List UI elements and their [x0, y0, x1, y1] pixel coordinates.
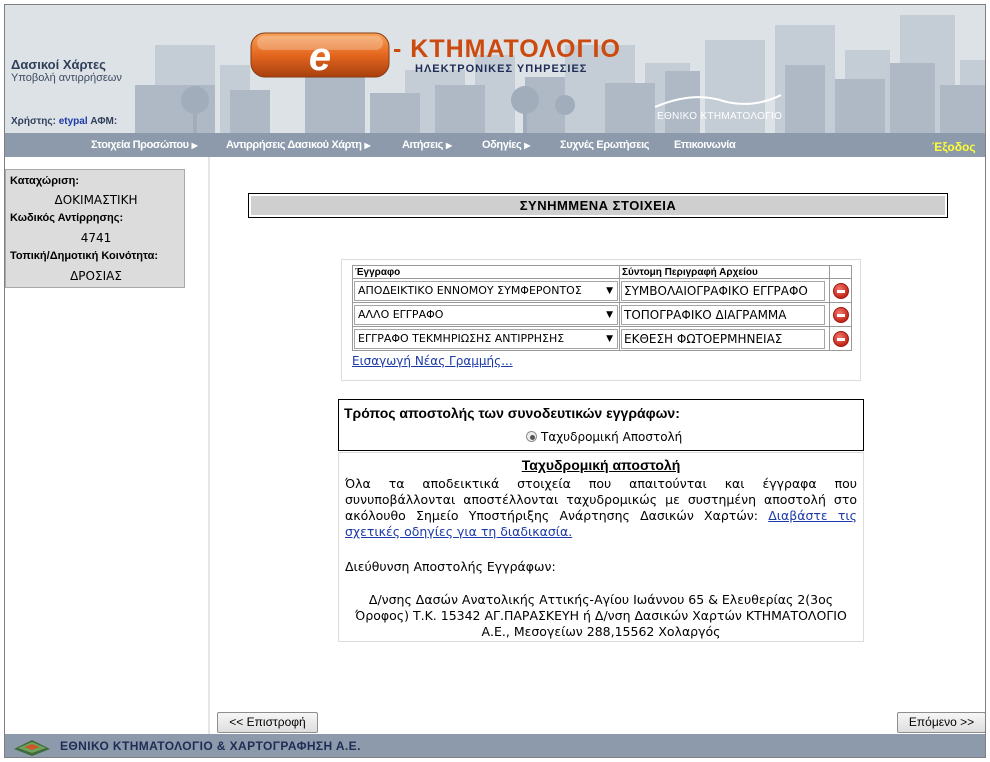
logo-letter: e — [309, 35, 331, 79]
arrow-right-icon: ▶ — [524, 141, 531, 150]
description-input[interactable]: ΕΚΘΕΣΗ ΦΩΤΟΕΡΜΗΝΕΙΑΣ — [621, 328, 825, 349]
col-header-document: Έγγραφο — [352, 265, 620, 279]
address-label: Διεύθυνση Αποστολής Εγγράφων: — [345, 559, 556, 574]
nav-item-guidelines[interactable]: Οδηγίες ▶ — [482, 133, 530, 157]
postal-body-text: Όλα τα αποδεικτικά στοιχεία που απαιτούν… — [345, 476, 857, 539]
add-row-link[interactable]: Εισαγωγή Νέας Γραμμής... — [352, 354, 513, 368]
user-name: etypal — [58, 116, 88, 127]
arrow-right-icon: ▶ — [364, 141, 371, 150]
footer-bar: ΕΘΝΙΚΟ ΚΤΗΜΑΤΟΛΟΓΙΟ & ΧΑΡΤΟΓΡΑΦΗΣΗ Α.Ε. — [5, 734, 985, 757]
arrow-right-icon: ▶ — [191, 141, 198, 150]
nav-item-applications[interactable]: Αιτήσεις ▶ — [402, 133, 452, 157]
send-method-title: Τρόπος αποστολής των συνοδευτικών εγγράφ… — [344, 405, 680, 421]
footer-text: ΕΘΝΙΚΟ ΚΤΗΜΑΤΟΛΟΓΙΟ & ΧΑΡΤΟΓΡΑΦΗΣΗ Α.Ε. — [60, 739, 361, 753]
next-button[interactable]: Επόμενο >> — [897, 712, 985, 733]
description-input[interactable]: ΣΥΜΒΟΛΑΙΟΓΡΑΦΙΚΟ ΕΓΓΡΑΦΟ — [621, 280, 825, 301]
dropdown-arrow-icon: ▼ — [606, 333, 613, 344]
section-title: ΣΥΝΗΜΜΕΝΑ ΣΤΟΙΧΕΙΑ — [248, 193, 948, 218]
nav-item-personal-info[interactable]: Στοιχεία Προσώπου ▶ — [91, 133, 198, 157]
delete-row-icon[interactable] — [832, 306, 849, 323]
logo-subtitle: ΗΛΕΚΤΡΟΝΙΚΕΣ ΥΠΗΡΕΣΙΕΣ — [415, 63, 588, 75]
col-header-actions — [829, 265, 852, 279]
delete-row-icon[interactable] — [832, 282, 849, 299]
user-label: Χρήστης: — [11, 116, 56, 127]
postal-title: Ταχυδρομική αποστολή — [521, 457, 681, 473]
community-label: Τοπική/Δημοτική Κοινότητα: — [10, 250, 159, 262]
dropdown-arrow-icon: ▼ — [606, 285, 613, 296]
attachments-panel: Έγγραφο Σύντομη Περιγραφή Αρχείου ΑΠΟΔΕΙ… — [341, 259, 861, 381]
left-sidebar: Καταχώριση: ΔΟΚΙΜΑΣΤΙΚΗ Κωδικός Αντίρρησ… — [5, 157, 210, 735]
address-text: Δ/νσης Δασών Ανατολικής Αττικής-Αγίου Ιω… — [355, 592, 847, 639]
objection-info-panel: Καταχώριση: ΔΟΚΙΜΑΣΤΙΚΗ Κωδικός Αντίρρησ… — [5, 169, 185, 288]
nav-item-objections[interactable]: Αντιρρήσεις Δασικού Χάρτη ▶ — [226, 133, 371, 157]
registration-label: Καταχώριση: — [10, 175, 79, 187]
org-logo-text: ΕΘΝΙΚΟ ΚΤΗΜΑΤΟΛΟΓΙΟ — [657, 111, 783, 122]
org-logo-icon — [654, 94, 782, 108]
table-row: ΑΠΟΔΕΙΚΤΙΚΟ ΕΝΝΟΜΟΥ ΣΥΜΦΕΡΟΝΤΟΣ ▼ ΣΥΜΒΟΛΑ… — [352, 278, 852, 303]
delete-row-icon[interactable] — [832, 330, 849, 347]
nav-item-contact[interactable]: Επικοινωνία — [674, 133, 736, 157]
table-row: ΕΓΓΡΑΦΟ ΤΕΚΜΗΡΙΩΣΗΣ ΑΝΤΙΡΡΗΣΗΣ ▼ ΕΚΘΕΣΗ Φ… — [352, 326, 852, 351]
header-banner: Δασικοί Χάρτες Υποβολή αντιρρήσεων Χρήστ… — [5, 5, 985, 133]
e-logo-icon: e — [250, 32, 390, 79]
radio-button[interactable] — [526, 431, 537, 442]
document-type-select[interactable]: ΑΛΛΟ ΕΓΓΡΑΦΟ ▼ — [354, 304, 618, 325]
section-title-text: ΣΥΝΗΜΜΕΝΑ ΣΤΟΙΧΕΙΑ — [251, 196, 945, 215]
registration-value: ΔΟΚΙΜΑΣΤΙΚΗ — [54, 193, 138, 207]
afm-label: ΑΦΜ: — [90, 116, 118, 127]
table-header-row: Έγγραφο Σύντομη Περιγραφή Αρχείου — [352, 265, 852, 279]
description-input[interactable]: ΤΟΠΟΓΡΑΦΙΚΟ ΔΙΑΓΡΑΜΜΑ — [621, 304, 825, 325]
logo-title: - ΚΤΗΜΑΤΟΛΟΓΙΟ — [393, 35, 621, 63]
attachments-table: Έγγραφο Σύντομη Περιγραφή Αρχείου ΑΠΟΔΕΙ… — [352, 265, 852, 351]
main-nav: Στοιχεία Προσώπου ▶ Αντιρρήσεις Δασικού Χ… — [5, 133, 985, 157]
community-value: ΔΡΟΣΙΑΣ — [70, 269, 122, 283]
page-frame: Δασικοί Χάρτες Υποβολή αντιρρήσεων Χρήστ… — [4, 4, 986, 758]
table-row: ΑΛΛΟ ΕΓΓΡΑΦΟ ▼ ΤΟΠΟΓΡΑΦΙΚΟ ΔΙΑΓΡΑΜΜΑ — [352, 302, 852, 327]
objection-code-value: 4741 — [80, 231, 112, 245]
postal-option[interactable]: Ταχυδρομική Αποστολή — [526, 430, 682, 444]
app-title: Δασικοί Χάρτες — [11, 57, 106, 72]
app-subtitle: Υποβολή αντιρρήσεων — [11, 72, 122, 84]
ktimatologio-logo-icon — [14, 740, 50, 756]
postal-info-box: Ταχυδρομική αποστολή Όλα τα αποδεικτικά … — [338, 452, 864, 642]
user-info: Χρήστης: etypal ΑΦΜ: — [11, 116, 117, 127]
logout-link[interactable]: Έξοδος — [932, 133, 976, 157]
back-button[interactable]: << Επιστροφή — [217, 712, 318, 733]
nav-item-faq[interactable]: Συχνές Ερωτήσεις — [560, 133, 649, 157]
objection-code-label: Κωδικός Αντίρρησης: — [10, 212, 124, 224]
document-type-select[interactable]: ΑΠΟΔΕΙΚΤΙΚΟ ΕΝΝΟΜΟΥ ΣΥΜΦΕΡΟΝΤΟΣ ▼ — [354, 280, 618, 301]
postal-option-label: Ταχυδρομική Αποστολή — [541, 430, 683, 444]
col-header-description: Σύντομη Περιγραφή Αρχείου — [619, 265, 830, 279]
send-method-box: Τρόπος αποστολής των συνοδευτικών εγγράφ… — [338, 399, 864, 451]
document-type-select[interactable]: ΕΓΓΡΑΦΟ ΤΕΚΜΗΡΙΩΣΗΣ ΑΝΤΙΡΡΗΣΗΣ ▼ — [354, 328, 618, 349]
dropdown-arrow-icon: ▼ — [606, 309, 613, 320]
arrow-right-icon: ▶ — [445, 141, 452, 150]
